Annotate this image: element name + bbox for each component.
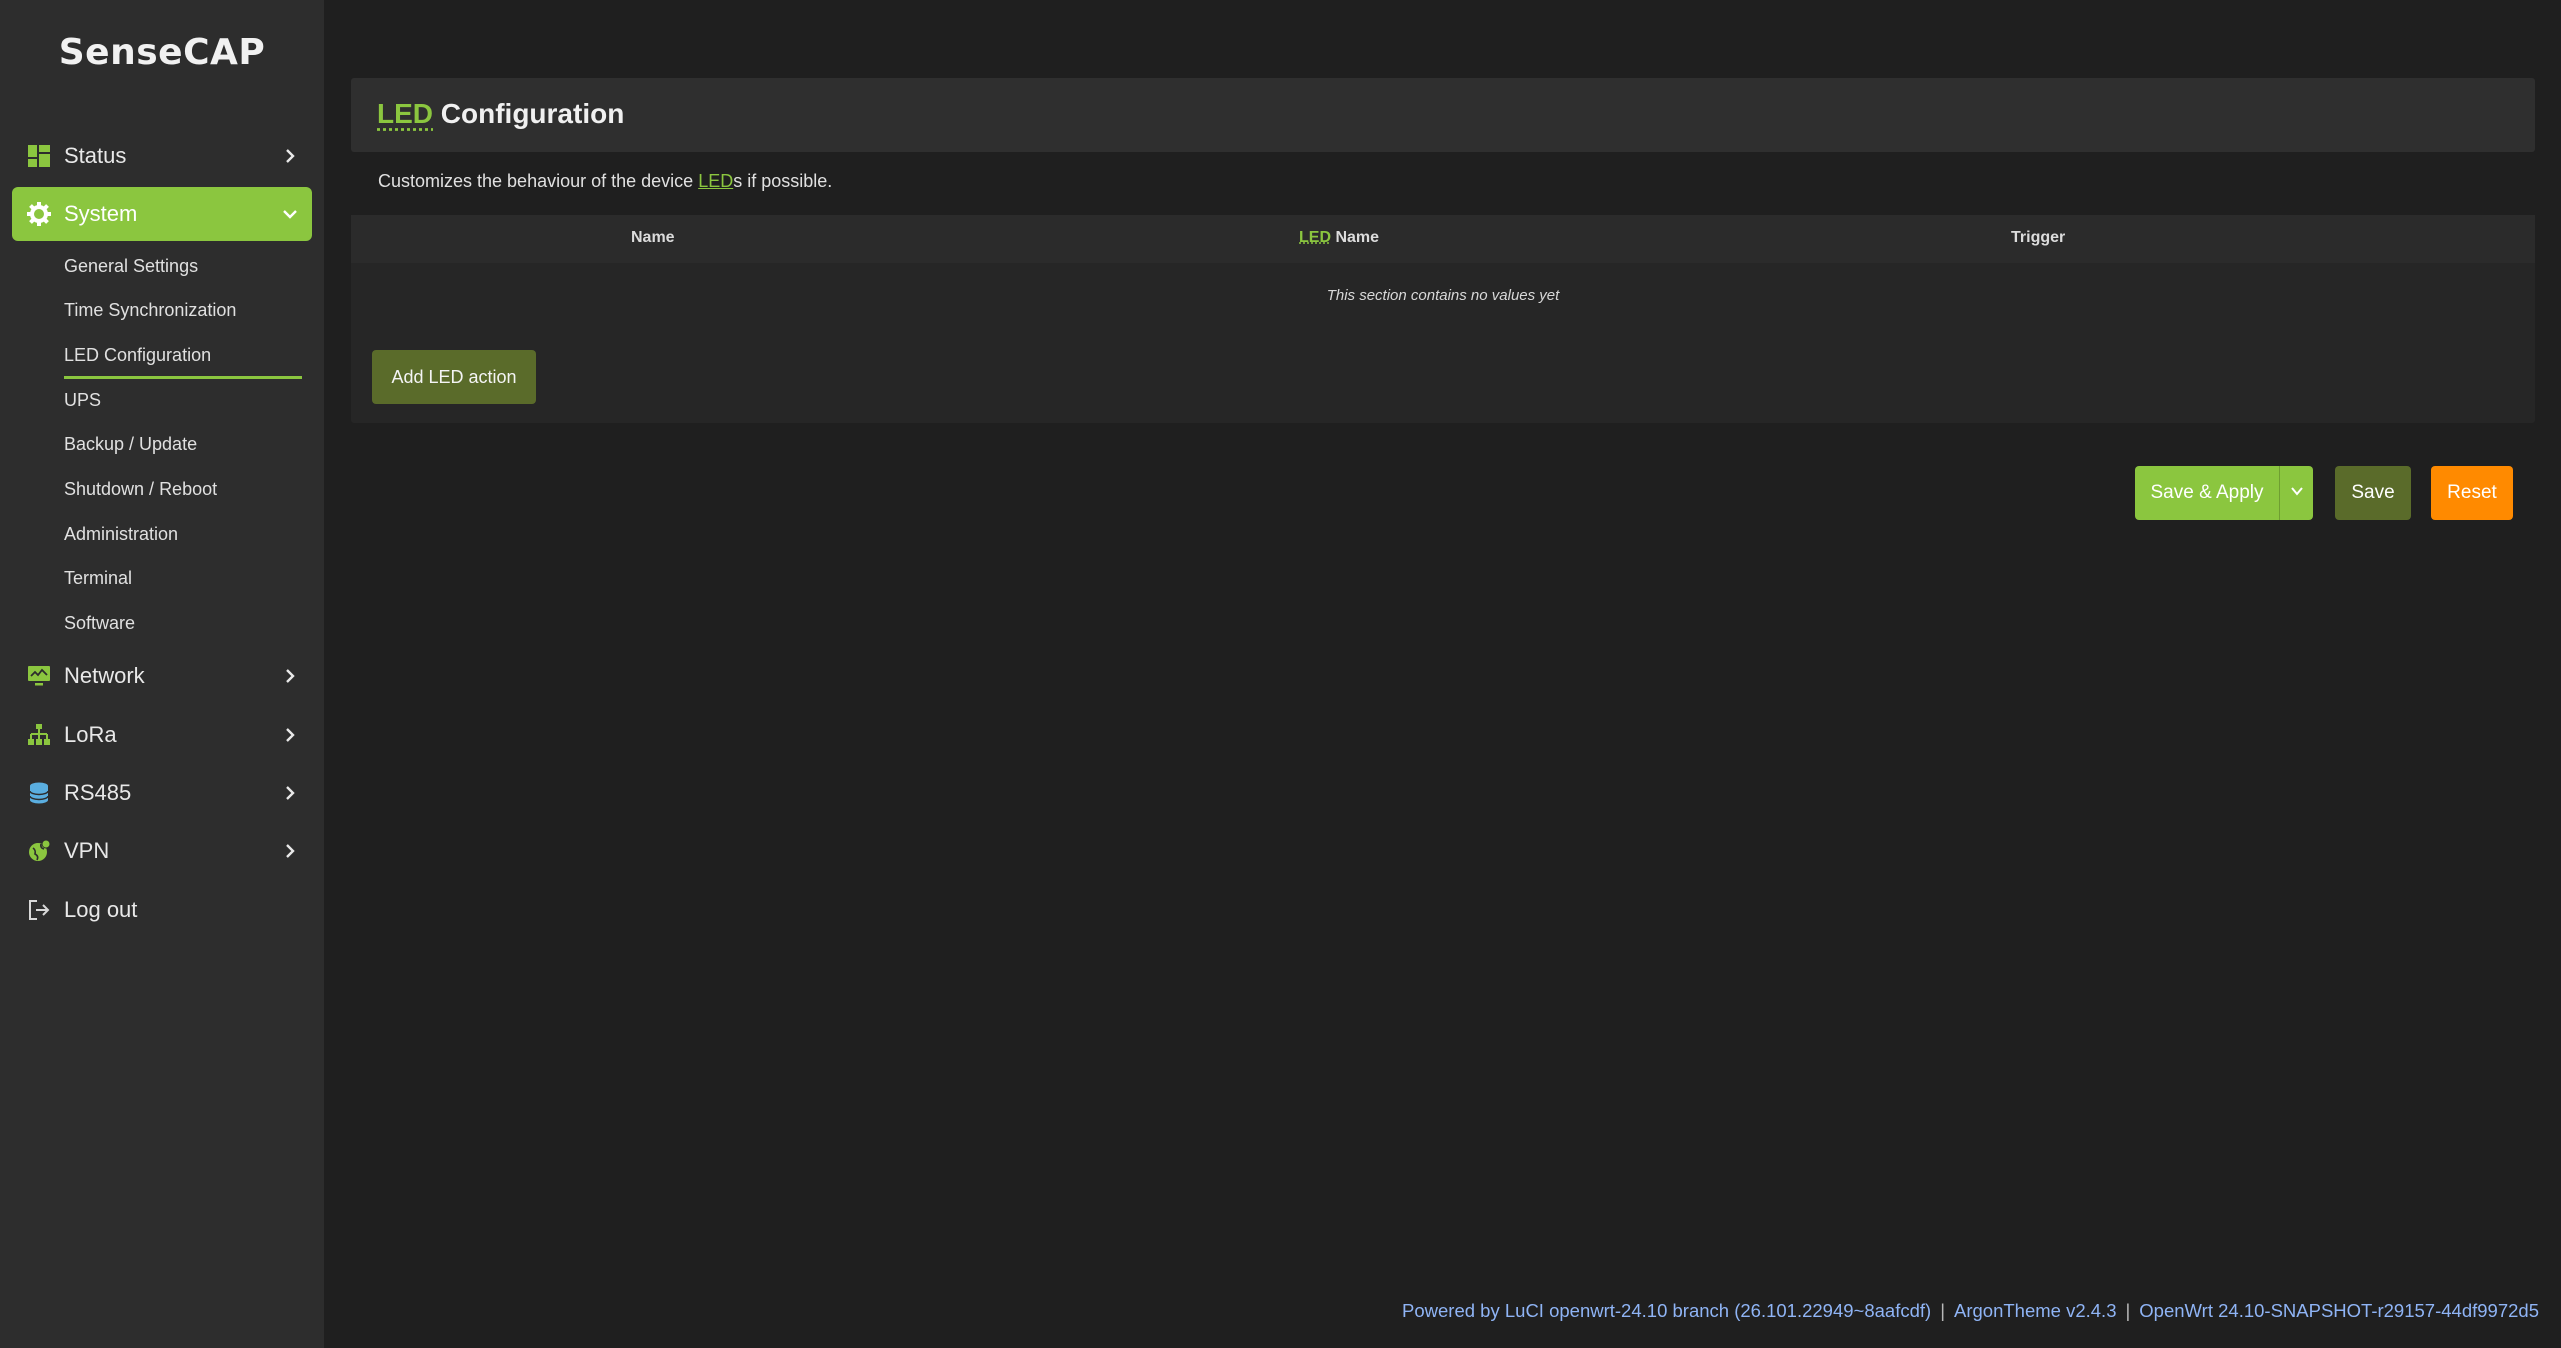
column-header-text: Name — [1335, 229, 1380, 246]
sidebar-item-label: Network — [64, 663, 145, 688]
page-title-bar: LED Configuration — [351, 78, 2535, 152]
submenu-time-synchronization[interactable]: Time Synchronization — [64, 300, 236, 321]
sidebar-item-rs485[interactable]: RS485 — [12, 766, 312, 820]
footer-theme-link[interactable]: ArgonTheme v2.4.3 — [1954, 1300, 2116, 1321]
submenu-led-configuration[interactable]: LED Configuration — [64, 345, 211, 366]
app: SenseCAP Status System General Settings … — [0, 0, 2561, 1348]
monitor-icon — [26, 663, 52, 689]
led-actions-table: Name LED Name Trigger This section conta… — [351, 215, 2535, 423]
submenu-backup-update[interactable]: Backup / Update — [64, 434, 197, 455]
active-submenu-indicator — [64, 376, 302, 379]
submenu-terminal[interactable]: Terminal — [64, 568, 132, 589]
description-text: s if possible. — [733, 171, 833, 191]
footer-openwrt-link[interactable]: OpenWrt 24.10-SNAPSHOT-r29157-44df9972d5 — [2139, 1300, 2539, 1321]
page-description: Customizes the behaviour of the device L… — [378, 171, 832, 192]
chevron-right-icon — [282, 843, 298, 859]
led-abbreviation: LED — [698, 171, 734, 191]
chevron-right-icon — [282, 148, 298, 164]
chevron-right-icon — [282, 785, 298, 801]
sidebar-item-label: Status — [64, 143, 127, 168]
save-apply-button[interactable]: Save & Apply — [2135, 466, 2279, 520]
chevron-right-icon — [282, 727, 298, 743]
led-abbreviation: LED — [377, 98, 433, 129]
gear-icon — [26, 201, 52, 227]
description-text: Customizes the behaviour of the device — [378, 171, 699, 191]
sidebar-item-logout[interactable]: Log out — [12, 883, 312, 937]
save-apply-dropdown-button[interactable] — [2279, 466, 2313, 520]
sidebar-item-system[interactable]: System — [12, 187, 312, 241]
reset-button[interactable]: Reset — [2431, 466, 2513, 520]
sidebar-item-label: System — [64, 201, 138, 226]
empty-section-message: This section contains no values yet — [1326, 287, 1560, 304]
sidebar: SenseCAP Status System General Settings … — [0, 0, 324, 1348]
column-header-name: Name — [631, 229, 675, 246]
sidebar-item-lora[interactable]: LoRa — [12, 708, 312, 762]
chevron-down-icon — [2290, 482, 2304, 504]
sidebar-item-network[interactable]: Network — [12, 649, 312, 703]
main-content: LED Configuration Customizes the behavio… — [324, 0, 2561, 1348]
footer: Powered by LuCI openwrt-24.10 branch (26… — [1402, 1300, 2539, 1322]
submenu-administration[interactable]: Administration — [64, 524, 178, 545]
sidebar-item-label: Log out — [64, 897, 138, 922]
sidebar-item-vpn[interactable]: VPN — [12, 824, 312, 878]
sidebar-item-label: LoRa — [64, 722, 117, 747]
submenu-software[interactable]: Software — [64, 613, 135, 634]
dashboard-icon — [26, 143, 52, 169]
database-icon — [26, 780, 52, 806]
sidebar-item-label: RS485 — [64, 780, 132, 805]
submenu-general-settings[interactable]: General Settings — [64, 256, 198, 277]
sidebar-item-label: VPN — [64, 838, 110, 863]
table-header: Name LED Name Trigger — [351, 215, 2535, 263]
submenu-shutdown-reboot[interactable]: Shutdown / Reboot — [64, 479, 217, 500]
logout-icon — [26, 897, 52, 923]
brand-logo[interactable]: SenseCAP — [0, 32, 324, 73]
add-led-action-button[interactable]: Add LED action — [372, 350, 536, 404]
page-title-text: Configuration — [440, 98, 625, 129]
chevron-right-icon — [282, 668, 298, 684]
footer-luci-link[interactable]: Powered by LuCI openwrt-24.10 branch (26… — [1402, 1300, 1931, 1321]
sidebar-item-status[interactable]: Status — [12, 129, 312, 183]
footer-separator: | — [2125, 1300, 2131, 1321]
sitemap-icon — [26, 722, 52, 748]
save-button[interactable]: Save — [2335, 466, 2411, 520]
submenu-ups[interactable]: UPS — [64, 390, 101, 411]
footer-separator: | — [1940, 1300, 1945, 1321]
globe-icon — [26, 838, 52, 864]
chevron-down-icon — [282, 206, 298, 222]
led-abbreviation: LED — [1299, 229, 1331, 246]
column-header-led-name: LED Name — [1299, 229, 1379, 247]
column-header-trigger: Trigger — [2011, 229, 2066, 246]
page-title: LED Configuration — [377, 98, 624, 130]
